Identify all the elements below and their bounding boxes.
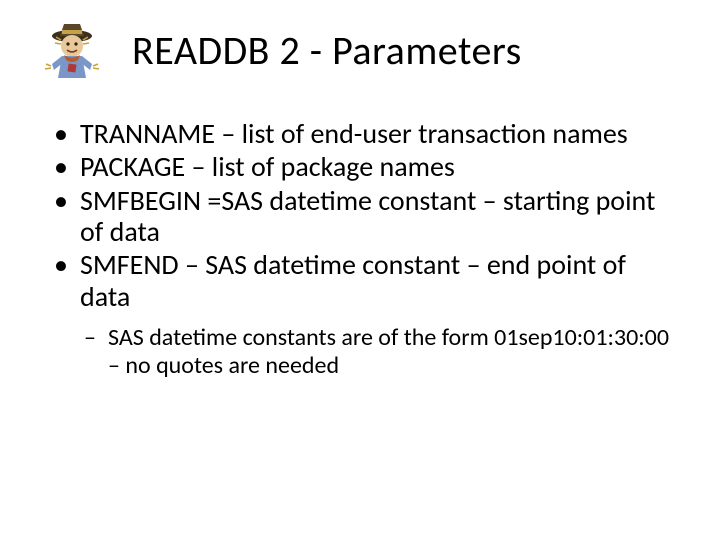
slide-title: READDB 2 - Parameters (132, 26, 522, 75)
sub-bullet-item: SAS datetime constants are of the form 0… (48, 324, 680, 379)
scarecrow-icon (40, 20, 104, 84)
slide-header: READDB 2 - Parameters (40, 18, 680, 84)
sub-bullet-list: SAS datetime constants are of the form 0… (48, 324, 680, 379)
bullet-item: TRANNAME – list of end-user transaction … (48, 118, 680, 149)
slide-content: TRANNAME – list of end-user transaction … (40, 118, 680, 379)
bullet-item: SMFBEGIN =SAS datetime constant – starti… (48, 185, 680, 248)
bullet-list: TRANNAME – list of end-user transaction … (48, 118, 680, 312)
bullet-item: SMFEND – SAS datetime constant – end poi… (48, 249, 680, 312)
bullet-item: PACKAGE – list of package names (48, 151, 680, 182)
